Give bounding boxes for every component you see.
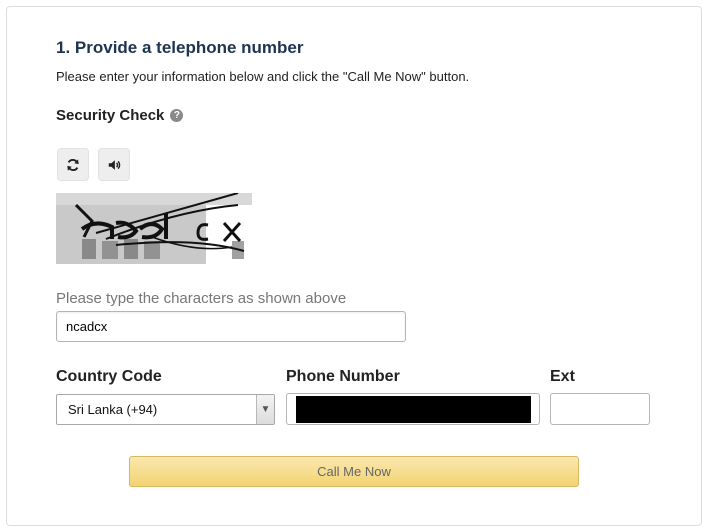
- page-title: 1. Provide a telephone number: [56, 38, 304, 57]
- captcha-hint: Please type the characters as shown abov…: [56, 290, 347, 307]
- captcha-image: [56, 193, 252, 264]
- phone-number-input[interactable]: [286, 393, 540, 425]
- speaker-icon: [108, 159, 121, 170]
- country-code-value: Sri Lanka (+94): [68, 402, 158, 417]
- refresh-captcha-button[interactable]: [57, 148, 89, 181]
- country-code-select[interactable]: Sri Lanka (+94) ▼: [56, 394, 275, 425]
- ext-label: Ext: [550, 368, 575, 385]
- audio-captcha-button[interactable]: [98, 148, 130, 181]
- country-code-label: Country Code: [56, 368, 162, 385]
- security-check-label: Security Check: [56, 107, 165, 124]
- captcha-input[interactable]: [56, 311, 406, 342]
- question-circle-icon[interactable]: ?: [170, 109, 184, 122]
- security-check-heading: Security Check ?: [56, 107, 184, 124]
- ext-input[interactable]: [550, 393, 650, 425]
- call-me-now-button[interactable]: Call Me Now: [129, 456, 579, 487]
- refresh-icon: [67, 158, 79, 171]
- redacted-phone-number: [296, 396, 531, 423]
- instructions-text: Please enter your information below and …: [56, 69, 470, 84]
- form-card: [6, 6, 702, 526]
- chevron-down-icon[interactable]: ▼: [256, 395, 274, 424]
- phone-number-label: Phone Number: [286, 368, 400, 385]
